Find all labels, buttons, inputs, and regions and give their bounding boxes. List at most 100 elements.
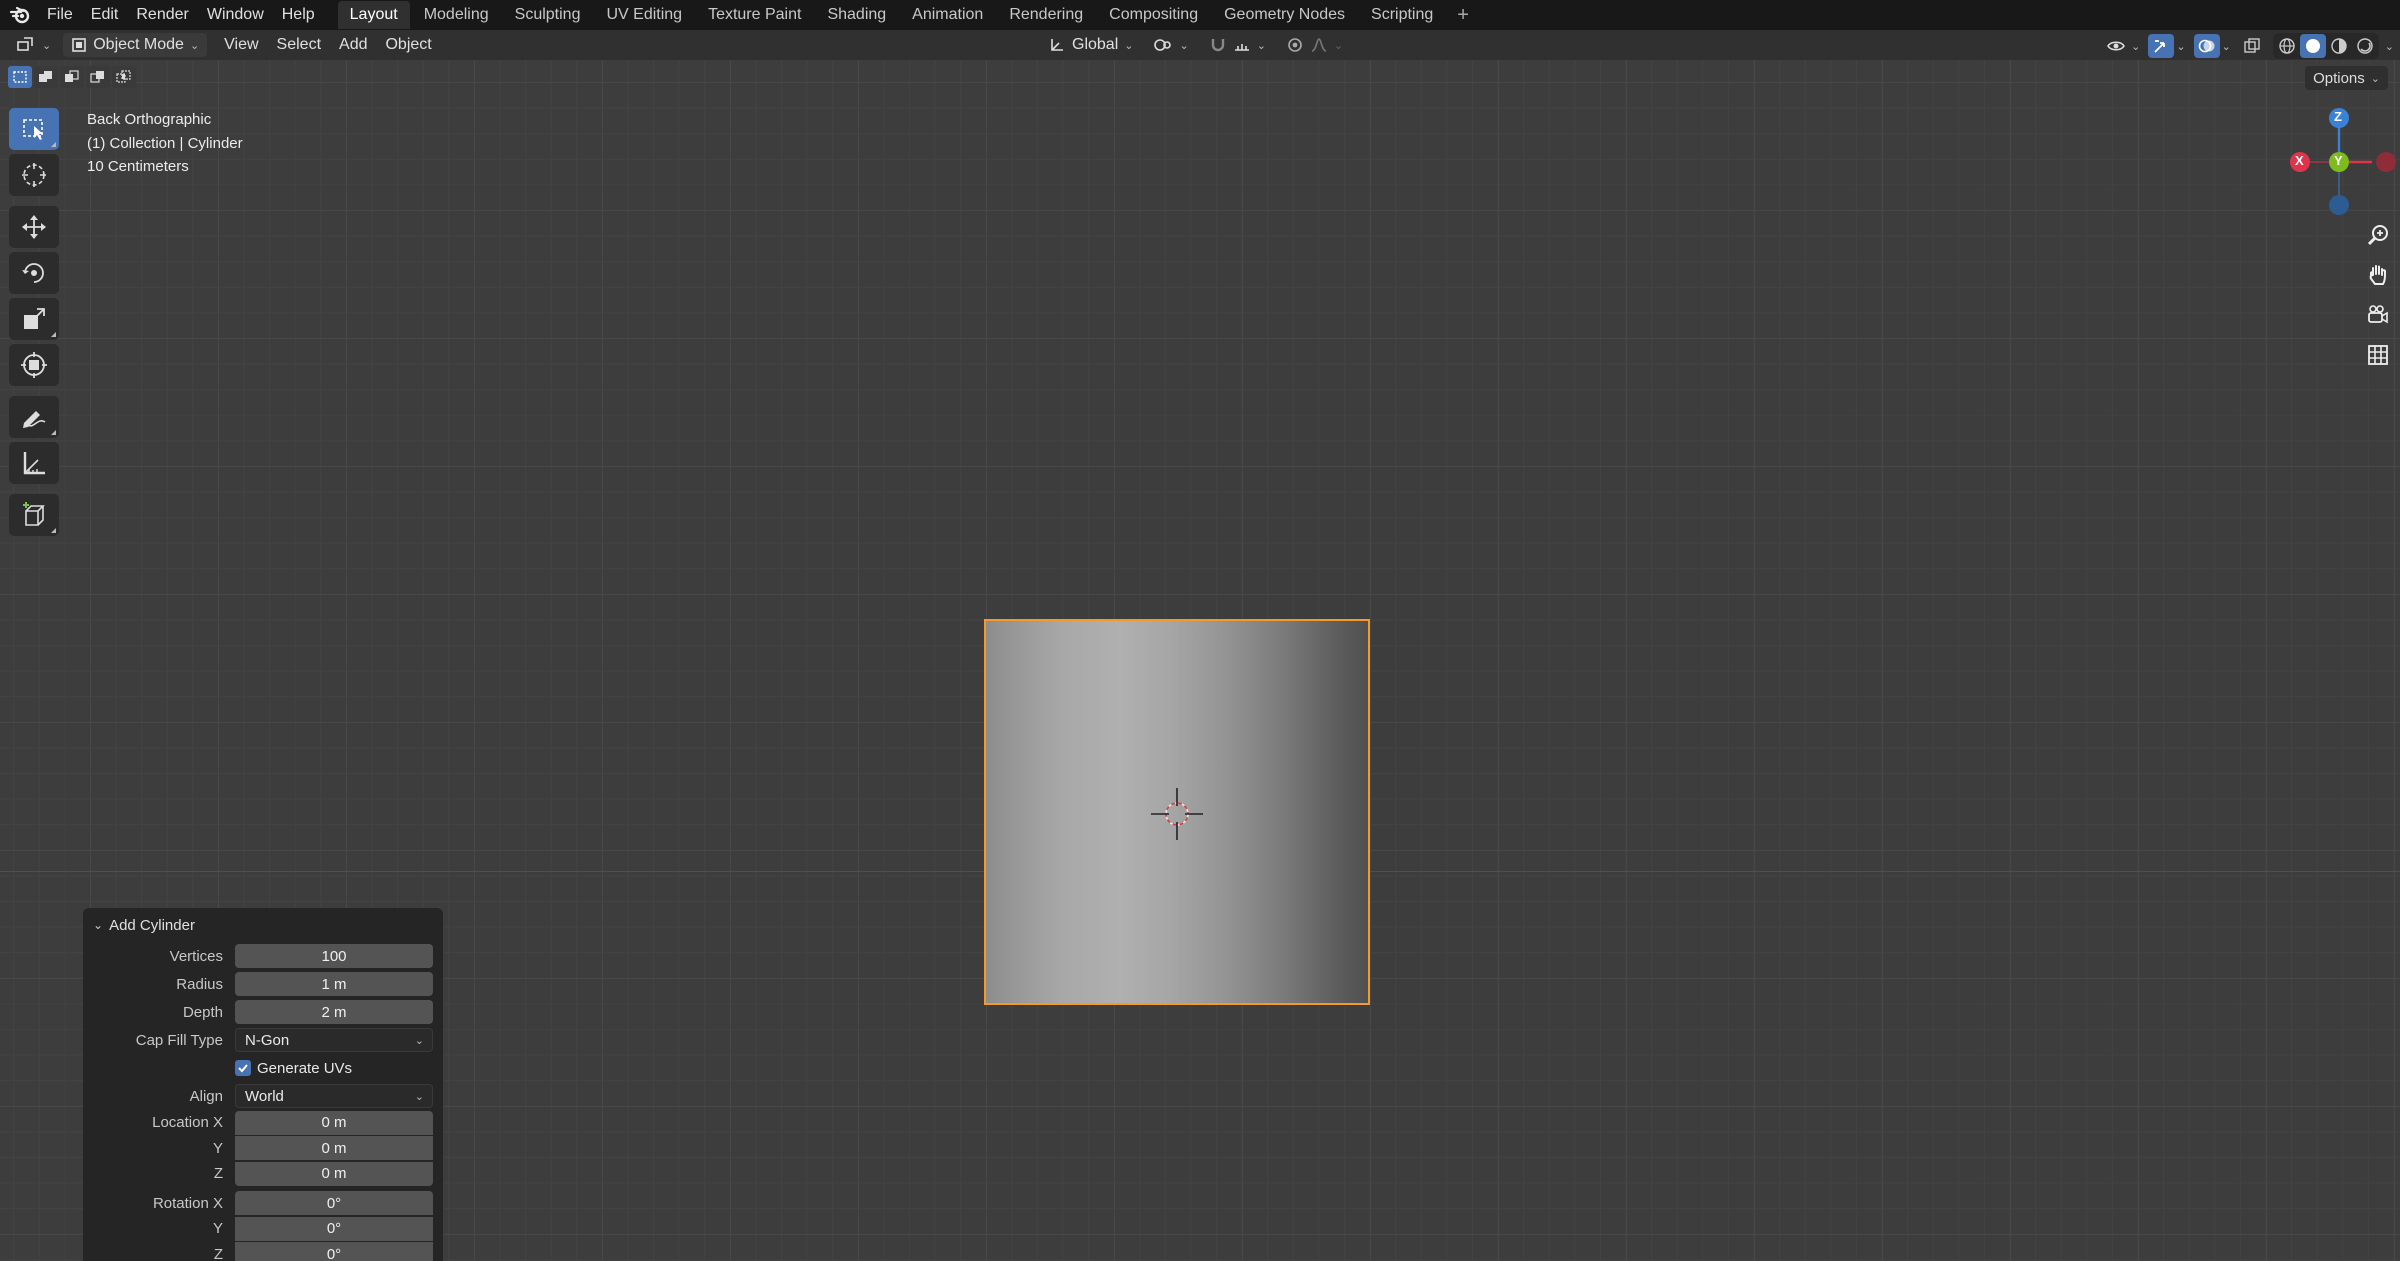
menu-view[interactable]: View: [215, 32, 267, 58]
mode-selector[interactable]: Object Mode ⌄: [63, 33, 208, 57]
menu-window[interactable]: Window: [198, 2, 273, 28]
menu-object[interactable]: Object: [376, 32, 440, 58]
gizmo-x-negative-handle: [2376, 152, 2396, 172]
vertices-field[interactable]: 100: [235, 944, 433, 968]
solid-shading-button[interactable]: [2299, 34, 2326, 58]
pan-view-button[interactable]: [2362, 259, 2394, 291]
gizmo-y-label: Y: [2334, 153, 2343, 168]
radius-field[interactable]: 1 m: [235, 972, 433, 996]
depth-field[interactable]: 2 m: [235, 1000, 433, 1024]
object-visibility-button[interactable]: [2103, 34, 2129, 58]
snap-controls[interactable]: ⌄: [1201, 33, 1274, 57]
transform-tool[interactable]: [9, 344, 59, 386]
vertices-row: Vertices 100: [83, 942, 443, 970]
select-invert-button[interactable]: [86, 66, 110, 88]
chevron-down-icon[interactable]: ⌄: [2176, 40, 2185, 53]
blender-logo-icon[interactable]: [8, 3, 32, 27]
measure-tool[interactable]: [9, 442, 59, 484]
menu-select[interactable]: Select: [268, 32, 330, 58]
options-dropdown[interactable]: Options ⌄: [2305, 66, 2388, 90]
select-new-button[interactable]: [8, 66, 32, 88]
rotate-tool[interactable]: [9, 252, 59, 294]
menu-add[interactable]: Add: [330, 32, 376, 58]
location-z-field[interactable]: 0 m: [235, 1161, 433, 1186]
proportional-editing-controls[interactable]: ⌄: [1278, 33, 1351, 57]
proportional-edit-icon: [1288, 38, 1302, 52]
tab-scripting[interactable]: Scripting: [1359, 1, 1445, 29]
zoom-view-button[interactable]: [2362, 219, 2394, 251]
material-preview-button[interactable]: [2326, 34, 2352, 58]
rotation-z-field[interactable]: 0°: [235, 1242, 433, 1261]
tab-uv-editing[interactable]: UV Editing: [594, 1, 694, 29]
rendered-shading-button[interactable]: [2352, 34, 2378, 58]
chevron-down-icon: ⌄: [414, 1035, 424, 1047]
editor-type-button[interactable]: ⌄: [8, 33, 59, 57]
toggle-perspective-button[interactable]: [2362, 339, 2394, 371]
annotate-pencil-icon: [23, 411, 46, 428]
location-x-row: Location X 0 m: [83, 1110, 443, 1136]
transform-orientation-selector[interactable]: Global ⌄: [1040, 33, 1141, 57]
location-z-label: Z: [213, 1165, 223, 1183]
chevron-down-icon[interactable]: ⌄: [2222, 40, 2231, 53]
menu-edit[interactable]: Edit: [82, 2, 128, 28]
viewport-info-overlay: Back Orthographic (1) Collection | Cylin…: [87, 108, 243, 179]
cap-fill-label: Cap Fill Type: [135, 1031, 223, 1049]
tab-animation[interactable]: Animation: [900, 1, 995, 29]
tab-rendering[interactable]: Rendering: [997, 1, 1095, 29]
3d-cursor-icon[interactable]: [1149, 786, 1205, 842]
location-y-field[interactable]: 0 m: [235, 1136, 433, 1161]
tab-modeling[interactable]: Modeling: [412, 1, 501, 29]
location-y-row: Y 0 m: [83, 1136, 443, 1162]
chevron-down-icon: ⌄: [1179, 39, 1189, 52]
rotation-y-field[interactable]: 0°: [235, 1216, 433, 1241]
solid-sphere-icon: [2305, 39, 2320, 53]
chevron-down-icon[interactable]: ⌄: [2131, 40, 2140, 53]
tab-shading[interactable]: Shading: [815, 1, 898, 29]
generate-uvs-checkbox[interactable]: Generate UVs: [235, 1060, 352, 1077]
align-select[interactable]: World ⌄: [235, 1084, 433, 1108]
overlays-toggle-button[interactable]: [2193, 34, 2220, 58]
rotation-y-row: Y 0°: [83, 1216, 443, 1242]
pivot-point-selector[interactable]: ⌄: [1145, 33, 1196, 57]
transform-icon: [21, 352, 47, 378]
select-extend-button[interactable]: [34, 66, 58, 88]
xray-toggle-button[interactable]: [2239, 34, 2265, 58]
wireframe-shading-button[interactable]: [2274, 34, 2300, 58]
select-subtract-icon: [65, 70, 79, 82]
chevron-down-icon: ⌄: [2370, 72, 2380, 85]
add-cube-tool[interactable]: [9, 494, 59, 536]
tab-sculpting[interactable]: Sculpting: [503, 1, 593, 29]
select-box-tool[interactable]: [9, 108, 59, 150]
tool-shelf: [9, 108, 63, 540]
menu-render[interactable]: Render: [127, 2, 197, 28]
cap-fill-type-select[interactable]: N-Gon ⌄: [235, 1028, 433, 1052]
location-x-field[interactable]: 0 m: [235, 1110, 433, 1135]
tab-geometry-nodes[interactable]: Geometry Nodes: [1212, 1, 1357, 29]
tab-layout[interactable]: Layout: [337, 1, 410, 29]
select-new-icon: [13, 71, 27, 83]
scale-icon: [24, 308, 45, 329]
rotation-x-field[interactable]: 0°: [235, 1191, 433, 1216]
select-intersect-icon: [116, 70, 131, 83]
gizmo-toggle-button[interactable]: [2148, 34, 2175, 58]
select-subtract-button[interactable]: [60, 66, 84, 88]
menu-help[interactable]: Help: [273, 2, 324, 28]
mode-label: Object Mode: [93, 36, 184, 53]
cursor-tool[interactable]: [9, 154, 59, 196]
operator-panel-header[interactable]: ⌄ Add Cylinder: [83, 908, 443, 942]
camera-view-button[interactable]: [2362, 299, 2394, 331]
annotate-tool[interactable]: [9, 396, 59, 438]
tab-texture-paint[interactable]: Texture Paint: [696, 1, 813, 29]
move-tool[interactable]: [9, 206, 59, 248]
gizmo-z-label: Z: [2334, 109, 2342, 124]
tab-compositing[interactable]: Compositing: [1097, 1, 1210, 29]
navigation-gizmo[interactable]: Z X Y: [2283, 103, 2400, 223]
select-intersect-button[interactable]: [112, 66, 136, 88]
cap-fill-row: Cap Fill Type N-Gon ⌄: [83, 1026, 443, 1054]
chevron-down-icon[interactable]: ⌄: [2385, 40, 2394, 53]
selection-mode-group: [8, 66, 136, 88]
add-workspace-button[interactable]: +: [1447, 4, 1479, 27]
scale-tool[interactable]: [9, 298, 59, 340]
menu-file[interactable]: File: [38, 2, 82, 28]
collapse-chevron-icon: ⌄: [93, 918, 104, 932]
